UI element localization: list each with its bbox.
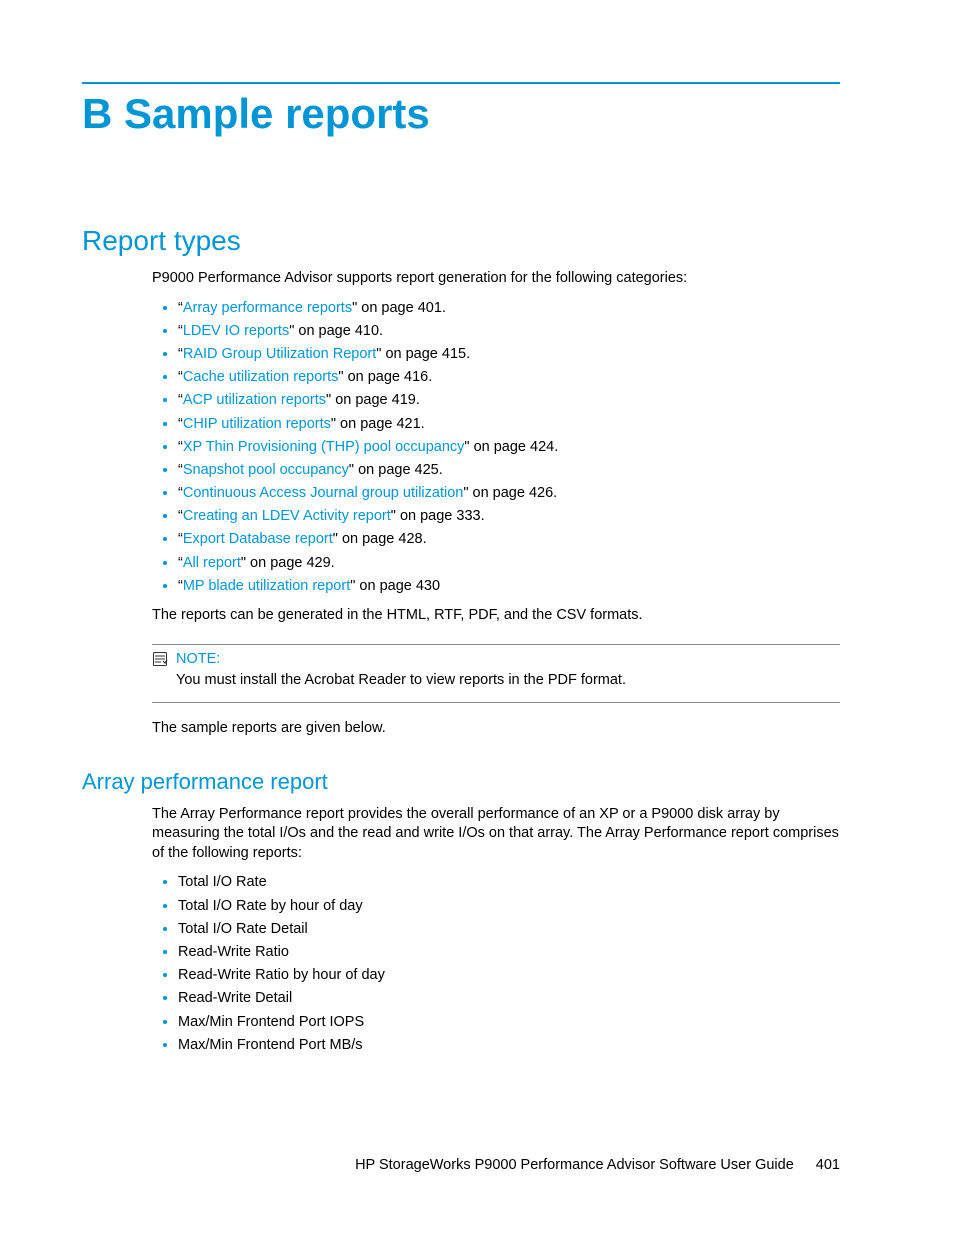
list-item: “Continuous Access Journal group utiliza… <box>178 482 840 505</box>
list-item-suffix: " on page 410. <box>289 323 383 339</box>
list-item: “Export Database report" on page 428. <box>178 528 840 551</box>
list-item: Read-Write Detail <box>178 987 840 1010</box>
subsection-body: The Array Performance report provides th… <box>152 805 840 1057</box>
report-type-list: “Array performance reports" on page 401.… <box>152 297 840 598</box>
list-item: Max/Min Frontend Port IOPS <box>178 1011 840 1034</box>
cross-reference-link[interactable]: MP blade utilization report <box>183 578 350 594</box>
cross-reference-link[interactable]: CHIP utilization reports <box>183 416 331 432</box>
cross-reference-link[interactable]: Continuous Access Journal group utilizat… <box>183 485 464 501</box>
list-item: “Cache utilization reports" on page 416. <box>178 366 840 389</box>
list-item-suffix: " on page 419. <box>326 392 420 408</box>
page: B Sample reports Report types P9000 Perf… <box>0 0 954 1235</box>
list-item: “ACP utilization reports" on page 419. <box>178 389 840 412</box>
sample-below-paragraph: The sample reports are given below. <box>152 719 840 739</box>
list-item: “Array performance reports" on page 401. <box>178 297 840 320</box>
list-item: “Snapshot pool occupancy" on page 425. <box>178 459 840 482</box>
list-item: “All report" on page 429. <box>178 552 840 575</box>
cross-reference-link[interactable]: XP Thin Provisioning (THP) pool occupanc… <box>183 439 465 455</box>
formats-paragraph: The reports can be generated in the HTML… <box>152 606 840 626</box>
array-report-list: Total I/O RateTotal I/O Rate by hour of … <box>152 871 840 1057</box>
page-number: 401 <box>816 1157 840 1173</box>
list-item: “RAID Group Utilization Report" on page … <box>178 343 840 366</box>
note-label: NOTE: <box>176 651 220 667</box>
list-item: “XP Thin Provisioning (THP) pool occupan… <box>178 436 840 459</box>
list-item-suffix: " on page 401. <box>352 300 446 316</box>
list-item: Total I/O Rate Detail <box>178 918 840 941</box>
page-footer: HP StorageWorks P9000 Performance Adviso… <box>82 1157 840 1173</box>
list-item-suffix: " on page 424. <box>464 439 558 455</box>
list-item: “CHIP utilization reports" on page 421. <box>178 413 840 436</box>
list-item: Total I/O Rate <box>178 871 840 894</box>
list-item-suffix: " on page 426. <box>463 485 557 501</box>
list-item: Total I/O Rate by hour of day <box>178 895 840 918</box>
footer-text: HP StorageWorks P9000 Performance Adviso… <box>355 1157 794 1173</box>
list-item: “LDEV IO reports" on page 410. <box>178 320 840 343</box>
list-item-suffix: " on page 421. <box>331 416 425 432</box>
list-item-suffix: " on page 429. <box>241 555 335 571</box>
list-item: Read-Write Ratio <box>178 941 840 964</box>
intro-paragraph: P9000 Performance Advisor supports repor… <box>152 269 840 289</box>
content: Report types P9000 Performance Advisor s… <box>0 0 954 1057</box>
cross-reference-link[interactable]: Array performance reports <box>183 300 352 316</box>
cross-reference-link[interactable]: Creating an LDEV Activity report <box>183 508 391 524</box>
list-item: “MP blade utilization report" on page 43… <box>178 575 840 598</box>
cross-reference-link[interactable]: Export Database report <box>183 531 333 547</box>
cross-reference-link[interactable]: LDEV IO reports <box>183 323 289 339</box>
cross-reference-link[interactable]: Cache utilization reports <box>183 369 339 385</box>
array-paragraph: The Array Performance report provides th… <box>152 805 840 864</box>
list-item-suffix: " on page 416. <box>338 369 432 385</box>
list-item-suffix: " on page 428. <box>333 531 427 547</box>
list-item-suffix: " on page 333. <box>391 508 485 524</box>
note-icon <box>152 651 168 667</box>
cross-reference-link[interactable]: RAID Group Utilization Report <box>183 346 376 362</box>
cross-reference-link[interactable]: ACP utilization reports <box>183 392 326 408</box>
subsection-title: Array performance report <box>82 769 840 795</box>
list-item-suffix: " on page 415. <box>376 346 470 362</box>
note-body: You must install the Acrobat Reader to v… <box>176 671 840 691</box>
section-body: P9000 Performance Advisor supports repor… <box>152 269 840 739</box>
list-item-suffix: " on page 425. <box>349 462 443 478</box>
note-block: NOTE: You must install the Acrobat Reade… <box>152 644 840 704</box>
note-header: NOTE: <box>152 651 840 667</box>
cross-reference-link[interactable]: Snapshot pool occupancy <box>183 462 349 478</box>
list-item: “Creating an LDEV Activity report" on pa… <box>178 505 840 528</box>
list-item-suffix: " on page 430 <box>350 578 440 594</box>
cross-reference-link[interactable]: All report <box>183 555 241 571</box>
section-title: Report types <box>82 225 840 257</box>
list-item: Read-Write Ratio by hour of day <box>178 964 840 987</box>
list-item: Max/Min Frontend Port MB/s <box>178 1034 840 1057</box>
